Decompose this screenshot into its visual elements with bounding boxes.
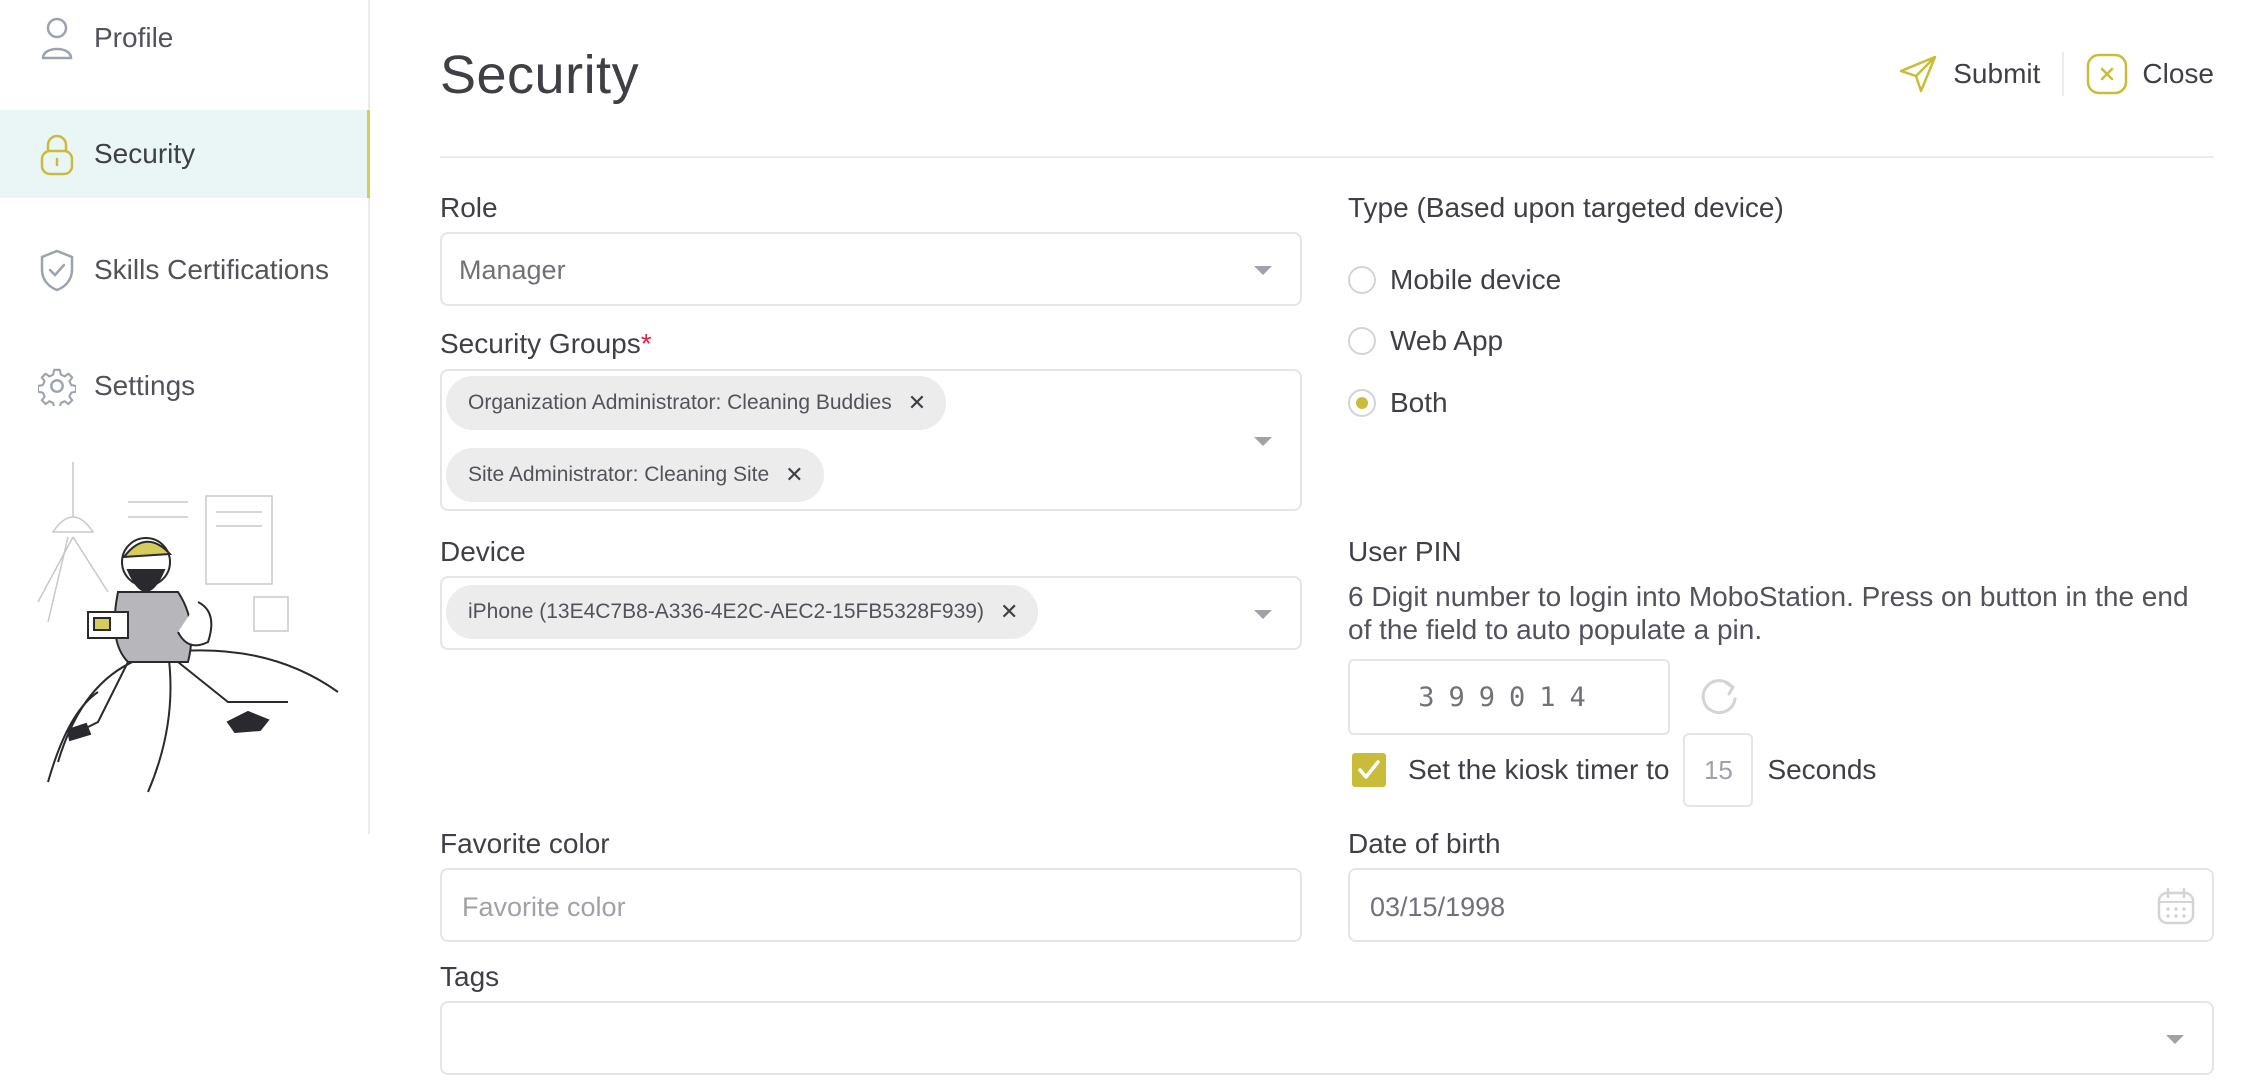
shield-check-icon <box>38 248 76 292</box>
radio-button[interactable] <box>1348 266 1376 294</box>
remove-chip-icon[interactable]: ✕ <box>785 462 803 488</box>
submit-button[interactable]: Submit <box>1897 53 2040 95</box>
tags-label: Tags <box>440 961 500 992</box>
header-actions: Submit Close <box>1897 52 2214 96</box>
device-chip: iPhone (13E4C7B8-A336-4E2C-AEC2-15FB5328… <box>446 585 1039 639</box>
sidebar-item-profile[interactable]: Profile <box>0 0 370 82</box>
security-group-chip: Site Administrator: Cleaning Site ✕ <box>446 448 824 502</box>
chevron-down-icon <box>1254 266 1272 275</box>
send-icon <box>1897 53 1939 95</box>
sidebar-item-label: Skills Certifications <box>94 254 329 285</box>
close-label: Close <box>2142 58 2214 89</box>
role-select[interactable]: Manager <box>440 232 1302 306</box>
close-icon <box>2086 53 2128 95</box>
radio-button[interactable] <box>1348 327 1376 355</box>
radio-button-selected[interactable] <box>1348 389 1376 417</box>
role-label: Role <box>440 192 498 223</box>
gear-icon <box>38 364 76 408</box>
remove-chip-icon[interactable]: ✕ <box>1000 599 1018 625</box>
sidebar-item-label: Security <box>94 138 196 169</box>
user-pin-label: User PIN <box>1348 536 1462 567</box>
actions-divider <box>2062 52 2065 96</box>
calendar-icon[interactable] <box>2156 886 2196 926</box>
user-pin-helper: 6 Digit number to login into MoboStation… <box>1348 581 2189 645</box>
submit-label: Submit <box>1953 58 2041 89</box>
sidebar-item-security[interactable]: Security <box>0 110 370 198</box>
radio-mobile-device[interactable]: Mobile device <box>1348 264 1561 296</box>
reading-person-illustration <box>37 462 339 793</box>
user-icon <box>38 16 76 60</box>
header-divider <box>440 156 2214 158</box>
check-icon <box>1358 760 1380 779</box>
required-marker: * <box>640 328 652 359</box>
tags-select[interactable] <box>440 1001 2214 1075</box>
radio-web-app[interactable]: Web App <box>1348 325 1503 357</box>
kiosk-timer-checkbox[interactable] <box>1352 753 1386 787</box>
security-group-chip: Organization Administrator: Cleaning Bud… <box>446 376 947 430</box>
date-of-birth-input[interactable]: 03/15/1998 <box>1348 868 2214 942</box>
kiosk-timer-prefix: Set the kiosk timer to <box>1408 754 1670 785</box>
device-label: Device <box>440 536 526 567</box>
sidebar-item-settings[interactable]: Settings <box>0 342 370 430</box>
favorite-color-placeholder: Favorite color <box>462 892 626 922</box>
chevron-down-icon <box>1254 437 1272 446</box>
sidebar: Profile Security Skills Certifications S… <box>0 0 370 834</box>
refresh-icon[interactable] <box>1696 673 1742 719</box>
security-groups-select[interactable]: Organization Administrator: Cleaning Bud… <box>440 369 1302 511</box>
sidebar-item-skills-certifications[interactable]: Skills Certifications <box>0 226 370 314</box>
kiosk-timer-row: Set the kiosk timer to 15 Seconds <box>1348 732 1876 808</box>
favorite-color-input[interactable]: Favorite color <box>440 868 1302 942</box>
kiosk-timer-suffix: Seconds <box>1767 754 1877 785</box>
date-of-birth-value: 03/15/1998 <box>1370 892 1506 922</box>
close-button[interactable]: Close <box>2086 53 2214 95</box>
lock-icon <box>38 132 76 176</box>
favorite-color-label: Favorite color <box>440 828 610 859</box>
chevron-down-icon <box>2166 1035 2184 1044</box>
user-pin-input[interactable]: 399014 <box>1348 659 1670 735</box>
device-select[interactable]: iPhone (13E4C7B8-A336-4E2C-AEC2-15FB5328… <box>440 576 1302 650</box>
date-of-birth-label: Date of birth <box>1348 828 1501 859</box>
chevron-down-icon <box>1254 610 1272 619</box>
remove-chip-icon[interactable]: ✕ <box>908 390 926 416</box>
radio-both[interactable]: Both <box>1348 387 1448 419</box>
page-title: Security <box>440 45 640 105</box>
kiosk-timer-input[interactable]: 15 <box>1683 733 1754 807</box>
sidebar-item-label: Profile <box>94 22 174 53</box>
security-groups-label: Security Groups* <box>440 328 652 359</box>
type-label: Type (Based upon targeted device) <box>1348 192 1784 223</box>
sidebar-item-label: Settings <box>94 370 196 401</box>
radio-dot <box>1356 397 1368 409</box>
role-value: Manager <box>459 255 566 285</box>
